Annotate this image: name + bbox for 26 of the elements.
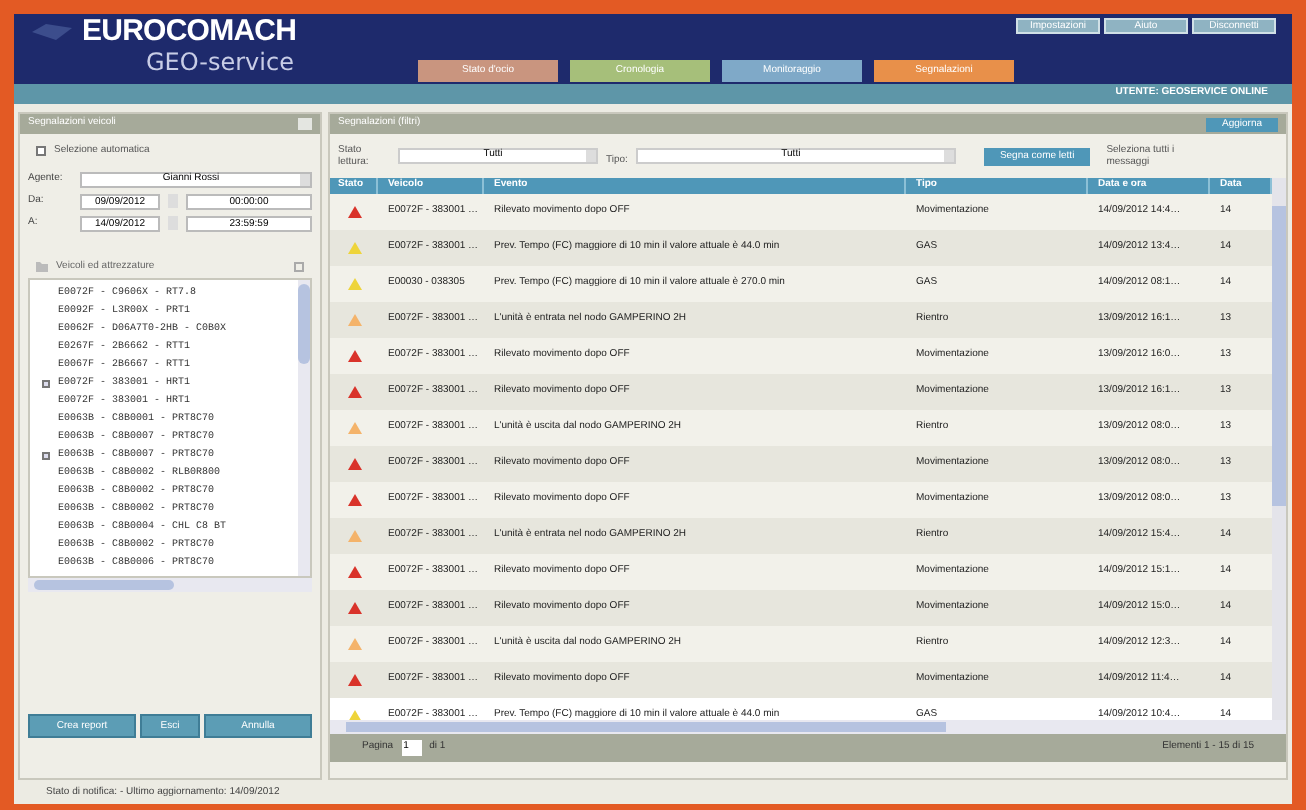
logo-title: EUROCOMACH (82, 16, 297, 46)
checkbox[interactable] (42, 451, 50, 459)
checkbox[interactable] (42, 379, 50, 387)
logo-icon (30, 21, 74, 41)
logo-subtitle: GEO-service (146, 50, 296, 74)
scrollbar[interactable] (1272, 178, 1286, 720)
warning-icon (347, 385, 361, 397)
collapse-icon[interactable] (298, 118, 312, 130)
warning-icon (347, 529, 361, 541)
warning-icon (347, 349, 361, 361)
folder-icon (36, 260, 48, 273)
scrollbar[interactable] (330, 720, 1286, 734)
warning-icon (347, 241, 361, 253)
warning-icon (347, 637, 361, 649)
checkbox[interactable] (36, 146, 46, 157)
scrollbar[interactable] (298, 280, 310, 576)
warning-icon (347, 421, 361, 433)
warning-icon (347, 673, 361, 685)
warning-icon (347, 457, 361, 469)
warning-icon (347, 313, 361, 325)
warning-icon (347, 493, 361, 505)
warning-icon (347, 277, 361, 289)
warning-icon (347, 205, 361, 217)
warning-icon (347, 601, 361, 613)
scrollbar[interactable] (28, 578, 312, 592)
warning-icon (347, 565, 361, 577)
